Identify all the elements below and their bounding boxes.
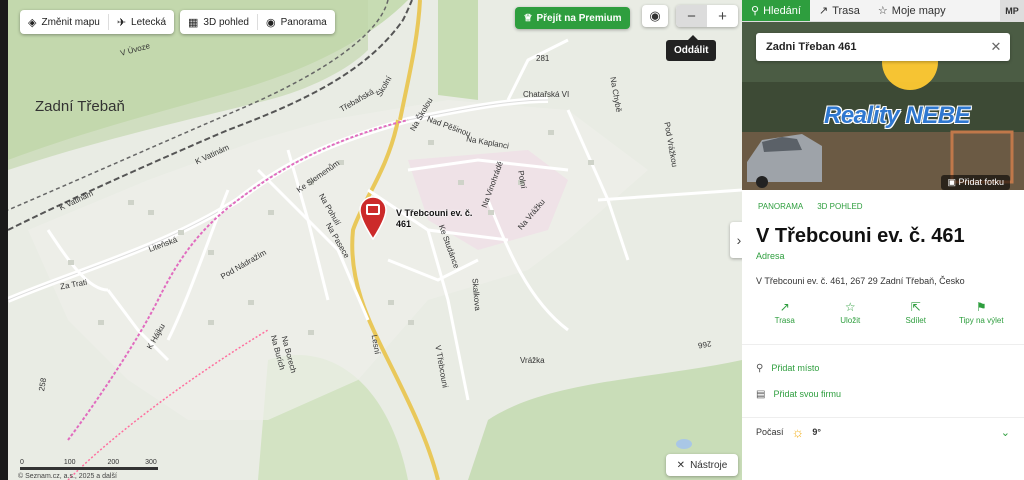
star-icon: ☆ bbox=[844, 300, 856, 314]
zoom-out-button[interactable]: − bbox=[676, 5, 707, 27]
chevron-down-icon[interactable]: ⌄ bbox=[1001, 426, 1010, 439]
company-icon: ▤ bbox=[756, 388, 766, 400]
tab-label: Trasa bbox=[832, 4, 860, 17]
change-map-button[interactable]: ◈ Změnit mapu bbox=[20, 10, 108, 34]
street-label: Vrážka bbox=[520, 356, 545, 365]
tab-search[interactable]: ⚲ Hledání bbox=[742, 0, 810, 21]
scale-tick: 200 bbox=[107, 459, 120, 466]
add-company-row[interactable]: ▤ Přidat svou firmu bbox=[742, 381, 1024, 407]
place-photo[interactable]: Zadni Třeban 461 ✕ Reality NEBE ▣ Přidat… bbox=[742, 22, 1024, 190]
location-pin-icon[interactable] bbox=[358, 196, 388, 240]
chevron-right-icon: › bbox=[736, 232, 742, 248]
watermark-logo: Reality NEBE bbox=[824, 102, 971, 129]
tools-icon: ✕ bbox=[676, 459, 686, 471]
search-value: Zadni Třeban 461 bbox=[766, 41, 857, 53]
crown-icon: ♕ bbox=[523, 12, 533, 24]
map-background bbox=[8, 0, 742, 480]
action-label: Sdílet bbox=[905, 316, 926, 325]
panorama-button[interactable]: ◉ Panorama bbox=[258, 10, 335, 34]
3d-view-label: 3D pohled bbox=[203, 16, 249, 28]
close-icon[interactable]: ✕ bbox=[982, 39, 1010, 55]
tab-label: Hledání bbox=[763, 4, 801, 17]
share-icon: ⇱ bbox=[910, 300, 921, 314]
map-scale: 0 100 200 300 bbox=[20, 459, 158, 470]
add-place-row[interactable]: ⚲ Přidat místo bbox=[742, 355, 1024, 381]
tools-label: Nástroje bbox=[690, 459, 728, 471]
panel-tabs: ⚲ Hledání ↗ Trasa ☆ Moje mapy MP bbox=[742, 0, 1024, 22]
add-place-label: Přidat místo bbox=[771, 363, 820, 373]
street-label: Chatařská VI bbox=[523, 90, 570, 99]
sun-icon: ☼ bbox=[791, 424, 805, 440]
route-action-button[interactable]: ↗ Trasa bbox=[760, 300, 810, 326]
weather-row[interactable]: Počasí ☼ 9° ⌄ bbox=[742, 418, 1024, 446]
weather-label: Počasí bbox=[756, 427, 784, 437]
camera-icon: ▣ bbox=[947, 177, 956, 187]
cube-icon: ▦ bbox=[188, 16, 199, 29]
tab-route[interactable]: ↗ Trasa bbox=[810, 0, 869, 21]
change-map-label: Změnit mapu bbox=[41, 16, 100, 28]
view-toolbar: ▦ 3D pohled ◉ Panorama bbox=[180, 10, 335, 34]
zoom-controls: − + bbox=[676, 5, 738, 27]
user-avatar[interactable]: MP bbox=[1000, 0, 1024, 22]
map-type-toolbar: ◈ Změnit mapu ✈ Letecká bbox=[20, 10, 175, 34]
eye-icon: ◉ bbox=[266, 16, 276, 29]
aerial-button[interactable]: ✈ Letecká bbox=[109, 10, 174, 34]
star-icon: ☆ bbox=[877, 5, 888, 17]
action-label: Uložit bbox=[840, 316, 861, 325]
scale-tick: 300 bbox=[145, 459, 157, 466]
zoom-tooltip: Oddálit bbox=[666, 35, 717, 61]
zoom-in-button[interactable]: + bbox=[707, 5, 738, 27]
tab-label: Moje mapy bbox=[891, 4, 946, 17]
media-links: PANORAMA 3D POHLED bbox=[742, 190, 1024, 211]
search-icon: ⚲ bbox=[751, 5, 760, 17]
airplane-icon: ✈ bbox=[116, 16, 127, 29]
locate-button[interactable]: ◉ bbox=[642, 5, 668, 27]
3d-view-link[interactable]: 3D POHLED bbox=[817, 202, 862, 211]
aerial-label: Letecká bbox=[131, 16, 167, 28]
screen-bezel bbox=[0, 0, 8, 480]
share-action-button[interactable]: ⇱ Sdílet bbox=[891, 300, 941, 326]
copyright: © Seznam.cz, a.s., 2025 a další bbox=[18, 473, 117, 480]
place-title: V Třebcouni ev. č. 461 bbox=[756, 225, 965, 247]
tab-my-maps[interactable]: ☆ Moje mapy bbox=[869, 0, 955, 21]
add-photo-label: Přidat fotku bbox=[958, 177, 1004, 187]
add-place-icon: ⚲ bbox=[756, 362, 764, 374]
layers-icon: ◈ bbox=[28, 16, 37, 29]
collapse-panel-button[interactable]: › bbox=[730, 222, 742, 258]
premium-button[interactable]: ♕ Přejít na Premium bbox=[515, 7, 630, 29]
3d-view-button[interactable]: ▦ 3D pohled bbox=[180, 10, 257, 34]
premium-label: Přejít na Premium bbox=[536, 12, 622, 24]
detail-panel: ⚲ Hledání ↗ Trasa ☆ Moje mapy MP Zadni T… bbox=[742, 0, 1024, 480]
map-pin-icon: ⚑ bbox=[975, 300, 987, 314]
action-bar: ↗ Trasa ☆ Uložit ⇱ Sdílet ⚑ Tipy na výle… bbox=[742, 286, 1024, 326]
pin-label: V Třebcouni ev. č. 461 bbox=[396, 208, 473, 229]
scale-tick: 100 bbox=[63, 459, 76, 466]
panorama-link[interactable]: PANORAMA bbox=[758, 202, 803, 211]
route-icon: ↗ bbox=[818, 5, 829, 17]
place-type[interactable]: Adresa bbox=[742, 248, 1024, 261]
weather-temp: 9° bbox=[812, 427, 821, 437]
map-canvas[interactable]: Zadní Třebaň Třebaňská Školní Na Školou … bbox=[8, 0, 742, 480]
place-address: V Třebcouni ev. č. 461, 267 29 Zadní Tře… bbox=[756, 276, 965, 286]
save-action-button[interactable]: ☆ Uložit bbox=[825, 300, 875, 326]
search-input[interactable]: Zadni Třeban 461 ✕ bbox=[756, 33, 1010, 61]
elevation-label: 281 bbox=[536, 54, 550, 63]
add-company-label: Přidat svou firmu bbox=[773, 389, 841, 399]
trip-tips-action-button[interactable]: ⚑ Tipy na výlet bbox=[956, 300, 1006, 326]
village-label: Zadní Třebaň bbox=[35, 98, 125, 115]
add-photo-button[interactable]: ▣ Přidat fotku bbox=[941, 175, 1010, 190]
panorama-label: Panorama bbox=[280, 16, 327, 28]
scale-bar bbox=[20, 467, 158, 470]
scale-tick: 0 bbox=[20, 459, 24, 466]
action-label: Trasa bbox=[774, 316, 795, 325]
route-icon: ↗ bbox=[779, 300, 790, 314]
target-icon: ◉ bbox=[649, 8, 661, 23]
action-label: Tipy na výlet bbox=[958, 316, 1004, 325]
tools-button[interactable]: ✕ Nástroje bbox=[666, 454, 738, 476]
